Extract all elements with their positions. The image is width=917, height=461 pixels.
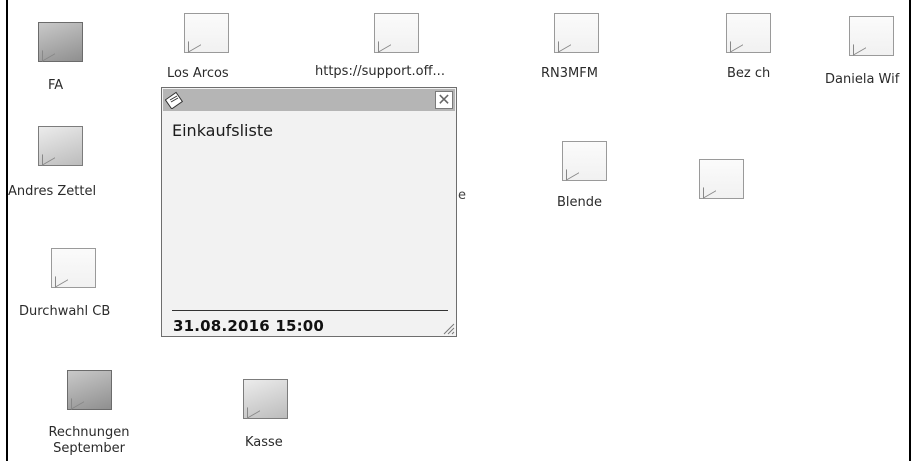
note-file-icon [51, 248, 96, 288]
icon-label: Kasse [245, 435, 283, 450]
icon-label: RN3MFM [541, 66, 598, 81]
icon-label: https://support.off... [315, 64, 445, 79]
note-file-icon [184, 13, 229, 53]
window-frame-right [909, 0, 911, 461]
icon-label: FA [48, 78, 64, 93]
note-timestamp: 31.08.2016 15:00 [173, 317, 325, 335]
note-file-icon [699, 159, 744, 199]
icon-label: Durchwahl CB [19, 304, 111, 319]
note-file-icon [38, 126, 83, 166]
note-file-icon [562, 141, 607, 181]
note-file-icon [38, 22, 83, 62]
window-frame-left [6, 0, 8, 461]
note-content[interactable]: Einkaufsliste [172, 121, 273, 140]
notepad-icon [165, 91, 184, 109]
icon-label: Andres Zettel [8, 184, 97, 199]
note-footer-divider [172, 310, 448, 311]
note-file-icon [554, 13, 599, 53]
note-titlebar[interactable]: ✕ [163, 89, 455, 111]
icon-label: Daniela Wif [825, 72, 900, 87]
note-file-icon [849, 16, 894, 56]
partially-hidden-label: e [458, 188, 466, 203]
icon-label: Blende [557, 195, 603, 210]
icon-label: Rechnungen September [48, 425, 130, 456]
icon-label: Bez ch [727, 66, 771, 81]
note-file-icon [374, 13, 419, 53]
note-file-icon [726, 13, 771, 53]
close-button[interactable]: ✕ [435, 91, 453, 109]
icon-label: Los Arcos [167, 66, 229, 81]
note-file-icon [67, 370, 112, 410]
sticky-note-window[interactable]: ✕ Einkaufsliste 31.08.2016 15:00 [161, 87, 457, 337]
resize-grip-icon[interactable] [441, 321, 455, 335]
note-file-icon [243, 379, 288, 419]
